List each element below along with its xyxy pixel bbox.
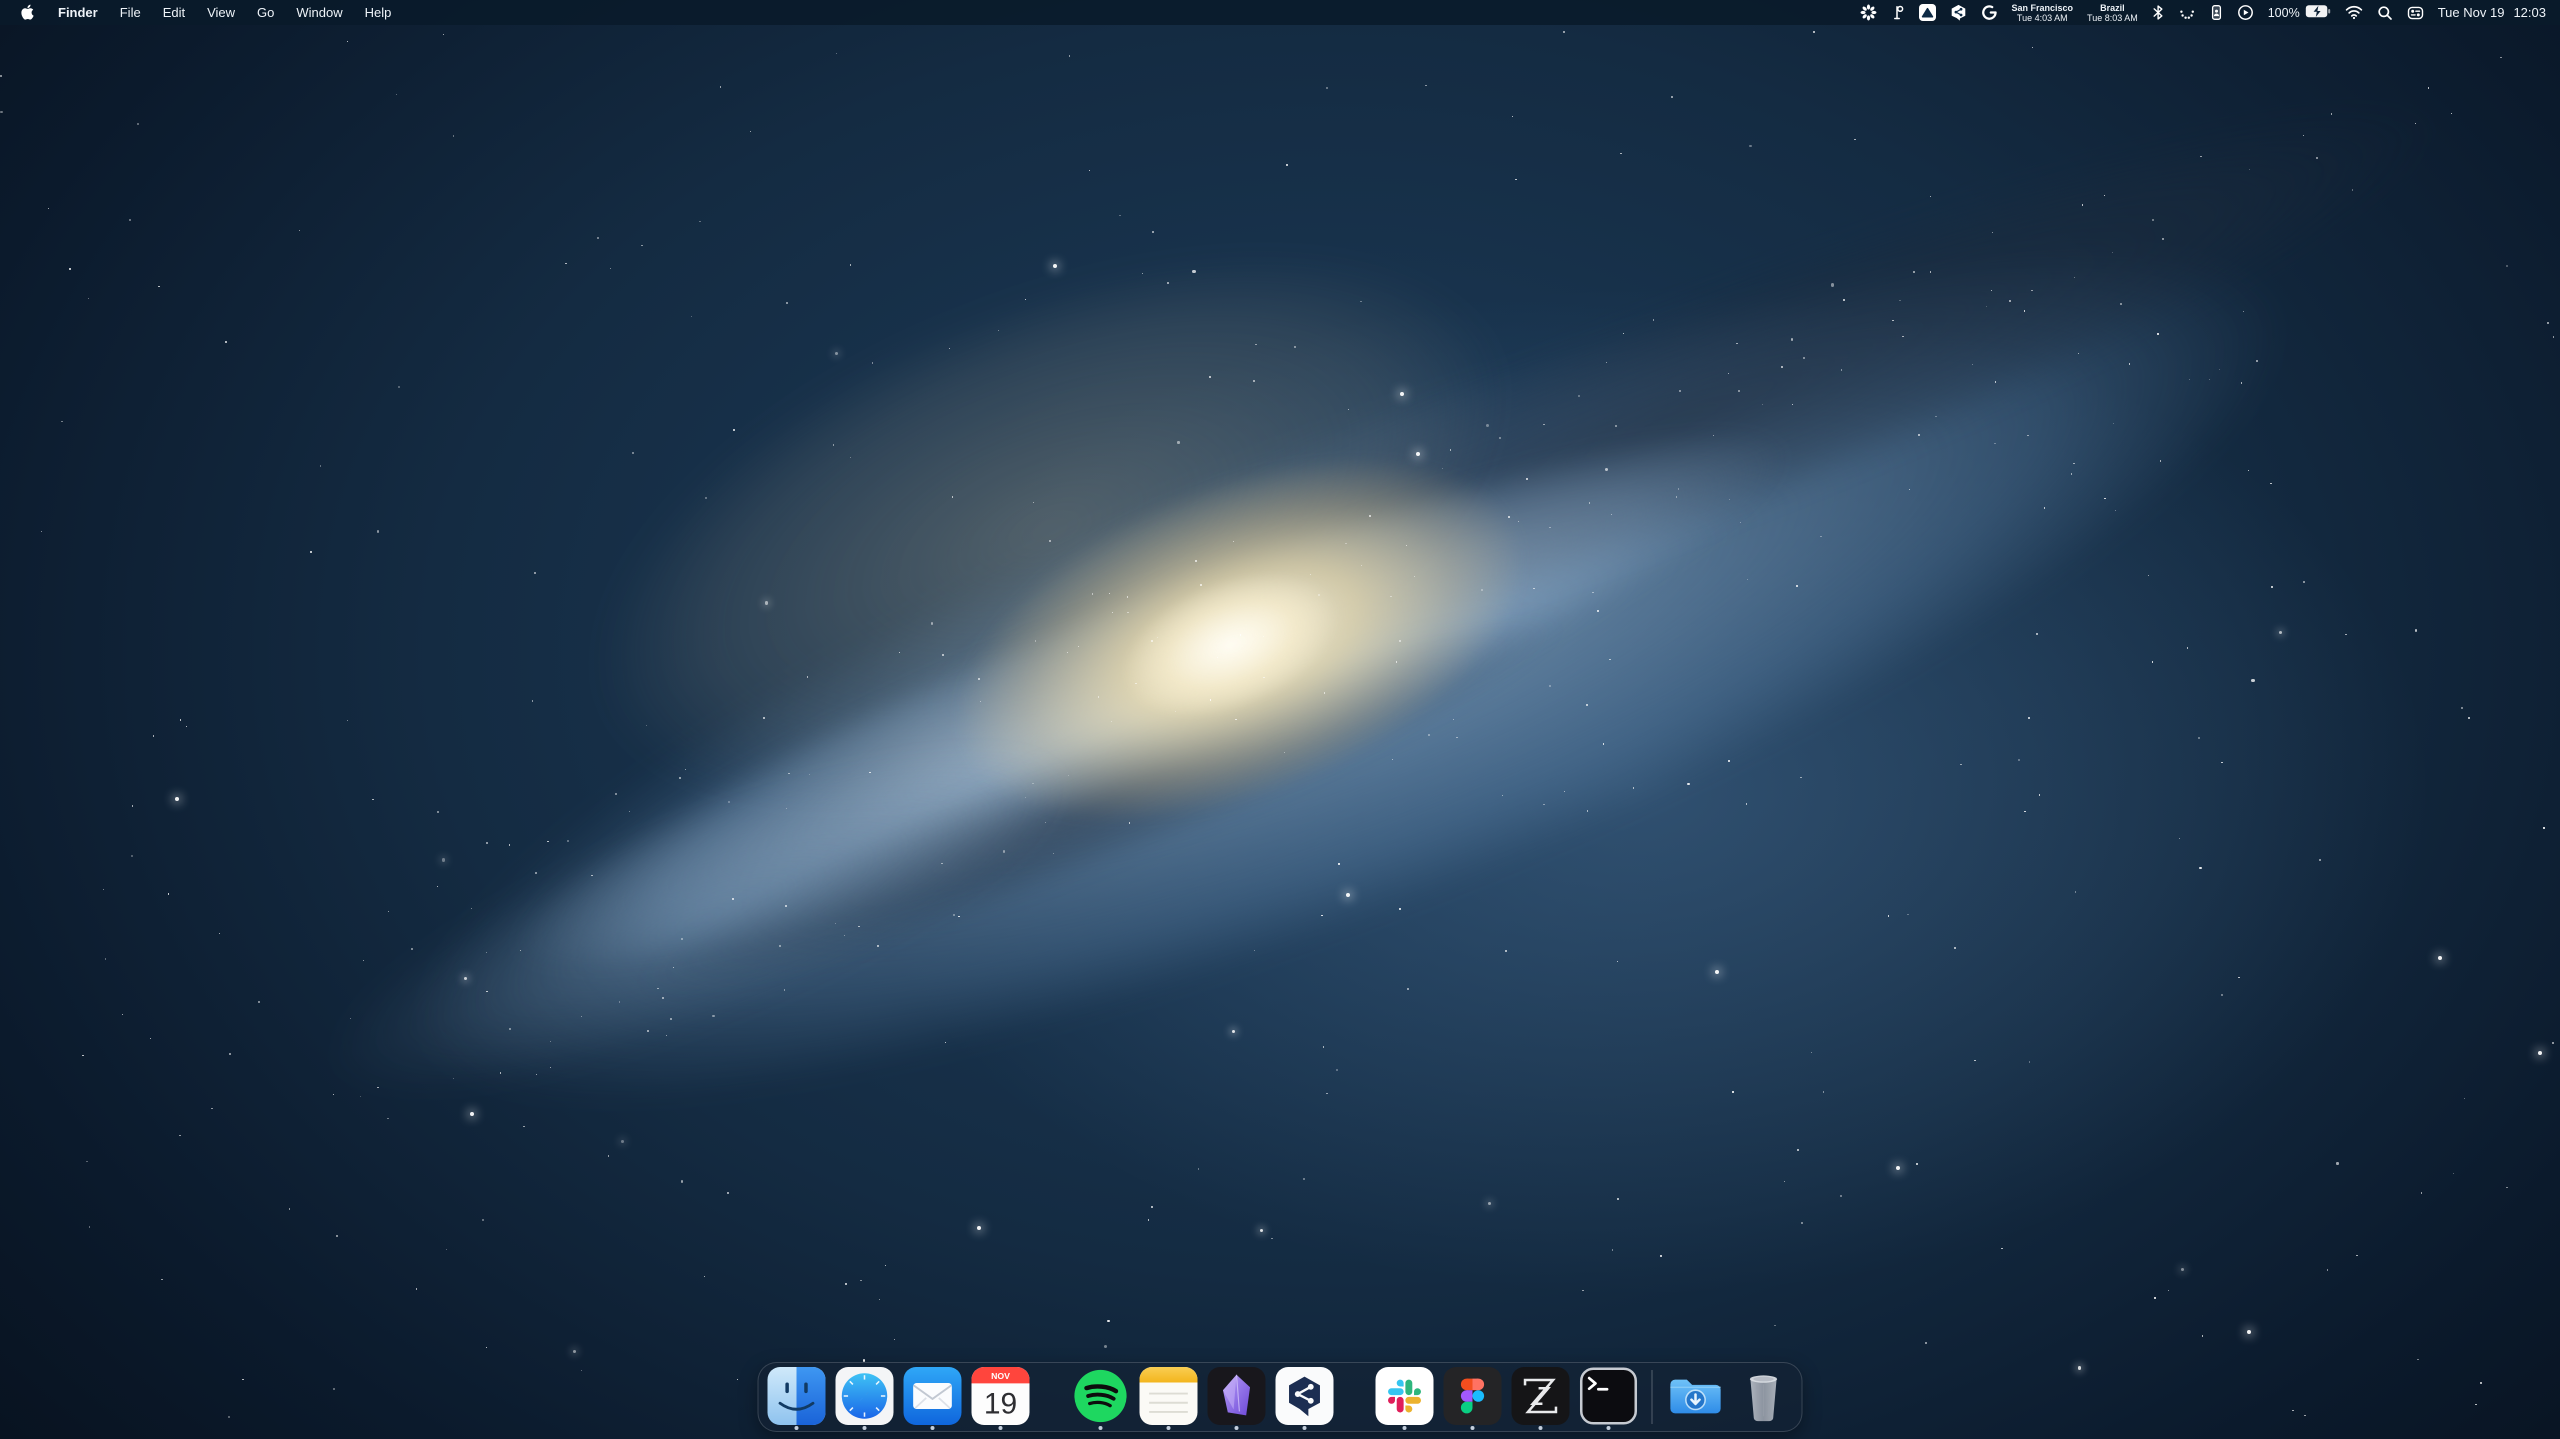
world-clock-time: Tue 4:03 AM <box>2012 13 2074 23</box>
world-clock-san-francisco[interactable]: San Francisco Tue 4:03 AM <box>2012 2 2074 23</box>
dock-item-trash[interactable] <box>1735 1367 1793 1427</box>
dock-item-finder[interactable] <box>768 1367 826 1427</box>
dock-item-safari[interactable] <box>836 1367 894 1427</box>
dock-item-obsidian[interactable] <box>1208 1367 1266 1427</box>
dock-item-terminal[interactable] <box>1580 1367 1638 1427</box>
running-indicator <box>999 1426 1003 1430</box>
running-indicator <box>1167 1426 1171 1430</box>
running-indicator <box>863 1426 867 1430</box>
iphone-mirroring-icon[interactable] <box>2210 0 2223 25</box>
apple-icon <box>20 3 35 23</box>
menu-bar: Finder File Edit View Go Window Help <box>0 0 2560 25</box>
world-clock-city: Brazil <box>2087 3 2138 13</box>
dock-spacer <box>1040 1368 1062 1426</box>
menu-view[interactable]: View <box>196 0 246 25</box>
dock-item-slack[interactable] <box>1376 1367 1434 1427</box>
dock-item-zed[interactable] <box>1512 1367 1570 1427</box>
battery-icon <box>2305 4 2331 22</box>
menu-edit[interactable]: Edit <box>152 0 196 25</box>
running-indicator <box>1235 1426 1239 1430</box>
dock-item-mail[interactable] <box>904 1367 962 1427</box>
svg-text:19: 19 <box>984 1387 1017 1420</box>
apple-menu[interactable] <box>14 0 47 25</box>
flower-icon[interactable] <box>1860 0 1877 25</box>
dotted-arc-icon[interactable] <box>2178 0 2196 25</box>
battery-status[interactable]: 100% <box>2268 4 2331 22</box>
running-indicator <box>795 1426 799 1430</box>
notes-icon <box>1140 1367 1198 1425</box>
obsidian-icon <box>1208 1367 1266 1425</box>
pill-flag-icon[interactable] <box>1891 0 1905 25</box>
dock-spacer <box>1344 1368 1366 1426</box>
menu-go[interactable]: Go <box>246 0 285 25</box>
running-indicator <box>931 1426 935 1430</box>
dock-item-figma[interactable] <box>1444 1367 1502 1427</box>
menu-finder[interactable]: Finder <box>47 0 109 25</box>
finder-icon <box>768 1367 826 1425</box>
running-indicator <box>1099 1426 1103 1430</box>
bluetooth-icon[interactable] <box>2152 0 2164 25</box>
dock-item-calendar[interactable]: NOV 19 <box>972 1367 1030 1427</box>
running-indicator <box>1303 1426 1307 1430</box>
safari-icon <box>836 1367 894 1425</box>
starfield <box>0 0 2560 1439</box>
dock: NOV 19 <box>758 1362 1803 1432</box>
spotlight-icon[interactable] <box>2377 0 2393 25</box>
desktop-wallpaper <box>0 0 2560 1439</box>
menu-bar-clock[interactable]: Tue Nov 19 12:03 <box>2438 5 2546 20</box>
mail-icon <box>904 1367 962 1425</box>
slack-icon <box>1376 1367 1434 1425</box>
running-indicator <box>1607 1426 1611 1430</box>
running-indicator <box>1403 1426 1407 1430</box>
g-circle-icon[interactable] <box>1981 0 1998 25</box>
desktop[interactable]: Finder File Edit View Go Window Help <box>0 0 2560 1439</box>
downloads-folder-icon <box>1667 1367 1725 1425</box>
menu-help[interactable]: Help <box>354 0 403 25</box>
running-indicator <box>1471 1426 1475 1430</box>
world-clock-brazil[interactable]: Brazil Tue 8:03 AM <box>2087 2 2138 23</box>
battery-percent: 100% <box>2268 6 2300 20</box>
figma-icon <box>1444 1367 1502 1425</box>
menu-window[interactable]: Window <box>285 0 353 25</box>
terminal-icon <box>1580 1367 1638 1425</box>
hexagon-share-icon[interactable] <box>1950 0 1967 25</box>
hexagon-share-app-icon <box>1276 1367 1334 1425</box>
dock-item-hexagon-share-app[interactable] <box>1276 1367 1334 1427</box>
world-clock-city: San Francisco <box>2012 3 2074 13</box>
world-clock-time: Tue 8:03 AM <box>2087 13 2138 23</box>
triangle-app-icon[interactable] <box>1919 0 1936 25</box>
menu-file[interactable]: File <box>109 0 152 25</box>
date-label: Tue Nov 19 <box>2438 5 2505 20</box>
svg-text:NOV: NOV <box>991 1371 1010 1381</box>
running-indicator <box>1539 1426 1543 1430</box>
zed-icon <box>1512 1367 1570 1425</box>
dock-item-downloads[interactable] <box>1667 1367 1725 1427</box>
time-label: 12:03 <box>2513 5 2546 20</box>
dock-divider <box>1652 1370 1653 1424</box>
trash-icon <box>1735 1367 1793 1425</box>
now-playing-icon[interactable] <box>2237 0 2254 25</box>
dock-item-spotify[interactable] <box>1072 1367 1130 1427</box>
wifi-icon[interactable] <box>2345 0 2363 25</box>
calendar-icon: NOV 19 <box>972 1367 1030 1425</box>
spotify-icon <box>1072 1367 1130 1425</box>
control-center-icon[interactable] <box>2407 0 2424 25</box>
dock-item-notes[interactable] <box>1140 1367 1198 1427</box>
